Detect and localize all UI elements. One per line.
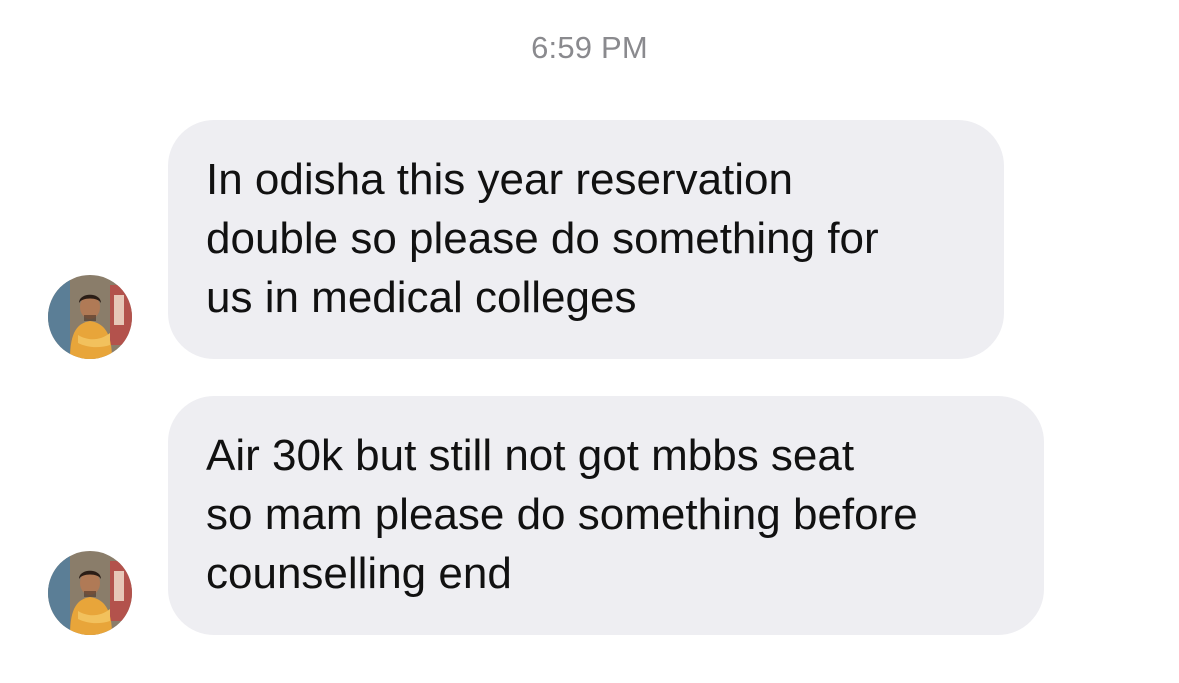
- avatar-photo-icon: [48, 275, 132, 359]
- message-text-line: us in medical colleges: [206, 273, 637, 322]
- message-timestamp: 6:59 PM: [531, 30, 648, 65]
- message-text-line: double so please do something for: [206, 214, 879, 263]
- message-text-line: Air 30k but still not got mbbs seat: [206, 431, 855, 480]
- message-bubble[interactable]: Air 30k but still not got mbbs seat so m…: [168, 396, 1044, 635]
- avatar-photo-icon: [48, 551, 132, 635]
- sender-avatar[interactable]: [48, 551, 132, 635]
- message-text-line: counselling end: [206, 549, 512, 598]
- message-thread: 6:59 PM In odisha this year reservation …: [0, 0, 1179, 683]
- message-bubble[interactable]: In odisha this year reservation double s…: [168, 120, 1004, 359]
- sender-avatar[interactable]: [48, 275, 132, 359]
- message-text-line: so mam please do something before: [206, 490, 918, 539]
- message-text-line: In odisha this year reservation: [206, 155, 793, 204]
